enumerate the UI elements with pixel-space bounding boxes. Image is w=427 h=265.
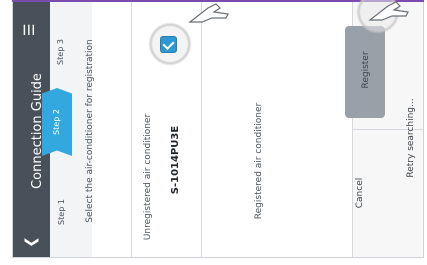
unregistered-section-label: Unregistered air conditioner — [143, 113, 153, 241]
cancel-button[interactable]: Cancel — [353, 163, 367, 223]
pointer-hand-icon — [368, 1, 409, 21]
divider — [131, 1, 132, 257]
step-1-label: Step 1 — [57, 199, 66, 225]
step-3-label: Step 3 — [56, 39, 65, 65]
retry-searching-link[interactable]: Retry searching... — [404, 88, 418, 188]
chevron-left-icon[interactable]: ❮ — [23, 234, 39, 250]
hamburger-menu-icon[interactable]: ☰ — [22, 22, 38, 38]
divider — [201, 1, 202, 257]
unit-model-name[interactable]: S-1014PU3E — [168, 115, 184, 205]
instruction-text: Select the air-conditioner for registrat… — [85, 39, 95, 223]
pointer-hand-icon — [188, 3, 229, 23]
step-2-label: Step 2 — [52, 109, 61, 135]
unit-select-checkbox[interactable] — [161, 37, 176, 52]
register-button-label: Register — [361, 51, 371, 89]
registered-section-label: Registered air conditioner — [254, 102, 264, 220]
